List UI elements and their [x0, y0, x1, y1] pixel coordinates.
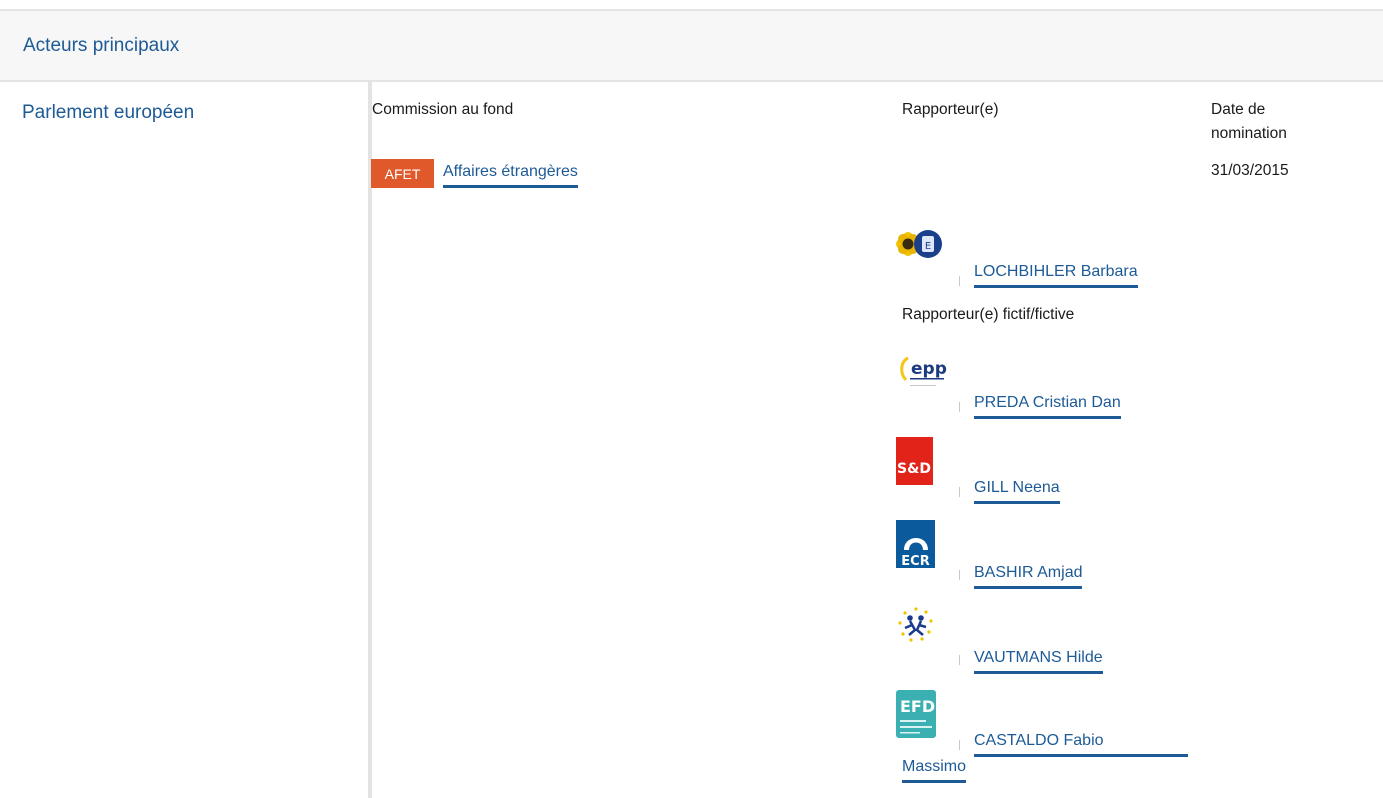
date-column-header-line1: Date de	[1211, 101, 1266, 118]
shadow-rapporteur-link[interactable]: VAUTMANS Hilde	[974, 648, 1103, 674]
snd-logo-text: S&D	[897, 461, 931, 477]
shadow-rapporteur-link[interactable]: PREDA Cristian Dan	[974, 393, 1121, 419]
ecr-logo-text: ECR	[901, 554, 929, 568]
logo-tick	[959, 740, 960, 750]
nomination-date: 31/03/2015	[1211, 162, 1289, 179]
epp-logo-text: epp	[911, 359, 947, 379]
alde-logo-icon	[898, 607, 933, 642]
rapporteur-column-header: Rapporteur(e)	[902, 101, 999, 118]
efdd-logo-icon: EFD	[896, 690, 936, 738]
shadow-rapporteur-heading: Rapporteur(e) fictif/fictive	[902, 306, 1075, 323]
shadow-rapporteur-link[interactable]: BASHIR Amjad	[974, 563, 1083, 589]
svg-text:E: E	[925, 241, 931, 252]
efd-logo-text: EFD	[900, 697, 935, 716]
logo-tick	[959, 487, 960, 497]
s-and-d-logo-icon: S&D	[896, 437, 933, 485]
shadow-rapporteur-link-line2[interactable]: Massimo	[902, 757, 967, 783]
section-header[interactable]: Acteurs principaux	[0, 11, 1383, 82]
section-title[interactable]: Acteurs principaux	[23, 35, 179, 57]
logo-tick	[959, 402, 960, 412]
greens-efa-logo-icon: E	[896, 230, 942, 258]
logo-tick	[959, 570, 960, 580]
committee-column-header: Commission au fond	[372, 101, 514, 118]
rapporteur-link[interactable]: LOCHBIHLER Barbara	[974, 262, 1138, 288]
logo-tick	[959, 276, 960, 286]
column-divider	[368, 82, 372, 798]
epp-logo-icon: epp	[900, 356, 947, 386]
date-column-header-line2: nomination	[1211, 125, 1287, 142]
committee-badge: AFET	[371, 159, 434, 188]
ecr-logo-icon: ECR	[896, 520, 935, 568]
institution-label: Parlement européen	[22, 102, 195, 123]
link-underline	[974, 754, 1188, 757]
committee-link[interactable]: Affaires étrangères	[443, 162, 578, 188]
shadow-rapporteur-link-line1[interactable]: CASTALDO Fabio	[974, 731, 1104, 754]
shadow-rapporteur-link[interactable]: GILL Neena	[974, 478, 1060, 504]
logo-tick	[959, 655, 960, 665]
